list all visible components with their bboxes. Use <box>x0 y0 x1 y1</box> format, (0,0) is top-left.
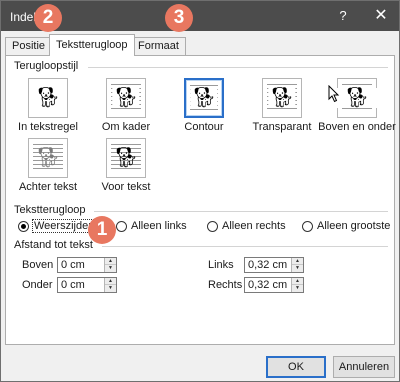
tab-tekstterugloop[interactable]: Tekstterugloop <box>49 34 135 56</box>
spin-down-button[interactable]: ▼ <box>105 285 116 292</box>
distance-bottom-input[interactable] <box>58 278 105 292</box>
spin-up-button[interactable]: ▲ <box>292 278 303 285</box>
radio-largest-only[interactable]: Alleen grootste <box>302 220 390 232</box>
spin-up-button[interactable]: ▲ <box>292 258 303 265</box>
radio-right-only[interactable]: Alleen rechts <box>207 220 286 232</box>
dog-icon: 🐕︎ <box>113 147 139 169</box>
wrap-option-in-line[interactable]: 🐕︎ In tekstregel <box>9 78 87 133</box>
square-wrap-icon: 🐕︎ <box>106 78 146 118</box>
through-wrap-icon: 🐕︎ <box>262 78 302 118</box>
radio-button[interactable] <box>207 220 218 232</box>
radio-both-sides[interactable]: Weerszijden <box>18 219 97 233</box>
distance-top-input[interactable] <box>58 258 105 272</box>
distance-heading: Afstand tot tekst <box>14 239 93 251</box>
section-divider <box>94 211 388 212</box>
wrap-text-heading: Tekstterugloop <box>14 204 86 216</box>
wrap-option-label: In tekstregel <box>18 121 78 133</box>
section-divider <box>88 67 388 68</box>
radio-button[interactable] <box>116 220 127 232</box>
spin-up-button[interactable]: ▲ <box>105 278 116 285</box>
wrap-option-tight[interactable]: 🐕︎ Contour <box>165 78 243 133</box>
distance-bottom-spinner[interactable]: ▲ ▼ <box>57 277 117 293</box>
wrap-option-label: Boven en onder <box>318 121 396 133</box>
callout-badge-2: 2 <box>34 4 62 32</box>
mouse-cursor-icon <box>328 85 340 103</box>
dog-icon: 🐕︎ <box>112 87 140 109</box>
radio-button[interactable] <box>18 220 29 232</box>
dog-icon: 🐕︎ <box>35 147 61 169</box>
spin-arrows-icon: ▲ ▼ <box>291 278 303 292</box>
distance-top-spinner[interactable]: ▲ ▼ <box>57 257 117 273</box>
distance-left-input[interactable] <box>245 258 292 272</box>
spin-down-button[interactable]: ▼ <box>105 265 116 272</box>
spin-up-button[interactable]: ▲ <box>105 258 116 265</box>
dog-icon: 🐕︎ <box>268 87 296 109</box>
wrap-option-label: Contour <box>184 121 224 133</box>
radio-label: Alleen rechts <box>222 220 286 232</box>
tab-bar: Positie Tekstterugloop Formaat <box>1 31 399 56</box>
wrap-option-behind[interactable]: 🐕︎ Achter tekst <box>9 138 87 193</box>
in-front-wrap-icon: 🐕︎ <box>106 138 146 178</box>
spin-arrows-icon: ▲ ▼ <box>104 258 116 272</box>
dog-icon: 🐕︎ <box>35 87 61 109</box>
in-line-wrap-icon: 🐕︎ <box>28 78 68 118</box>
wrap-option-through[interactable]: 🐕︎ Transparant <box>243 78 321 133</box>
distance-right-input[interactable] <box>245 278 292 292</box>
section-divider <box>102 246 388 247</box>
wrap-option-label: Voor tekst <box>101 181 151 193</box>
radio-label: Alleen links <box>131 220 187 232</box>
spin-down-button[interactable]: ▼ <box>292 285 303 292</box>
callout-badge-3: 3 <box>165 4 193 32</box>
radio-label: Alleen grootste <box>317 220 391 232</box>
help-button[interactable]: ? <box>333 4 353 28</box>
distance-bottom-label: Onder <box>22 279 53 291</box>
radio-button[interactable] <box>302 220 313 232</box>
tab-formaat[interactable]: Formaat <box>131 37 186 55</box>
wrap-option-label: Om kader <box>101 121 151 133</box>
wrapping-style-heading: Terugloopstijl <box>14 60 79 72</box>
distance-left-spinner[interactable]: ▲ ▼ <box>244 257 304 273</box>
distance-left-label: Links <box>208 259 234 271</box>
radio-left-only[interactable]: Alleen links <box>116 220 187 232</box>
wrap-option-square[interactable]: 🐕︎ Om kader <box>87 78 165 133</box>
layout-dialog: Indeling ? ✕ Positie Tekstterugloop Form… <box>0 0 400 382</box>
callout-badge-1: 1 <box>88 216 116 244</box>
distance-right-label: Rechts <box>208 279 243 291</box>
spin-down-button[interactable]: ▼ <box>292 265 303 272</box>
ok-button[interactable]: OK <box>266 356 326 378</box>
wrap-option-label: Achter tekst <box>18 181 78 193</box>
distance-top-label: Boven <box>22 259 54 271</box>
wrap-option-in-front[interactable]: 🐕︎ Voor tekst <box>87 138 165 193</box>
radio-label: Weerszijden <box>31 219 97 233</box>
cancel-button[interactable]: Annuleren <box>333 356 395 378</box>
close-button[interactable]: ✕ <box>367 4 395 28</box>
spin-arrows-icon: ▲ ▼ <box>104 278 116 292</box>
behind-text-wrap-icon: 🐕︎ <box>28 138 68 178</box>
dog-icon: 🐕︎ <box>190 87 218 109</box>
distance-right-spinner[interactable]: ▲ ▼ <box>244 277 304 293</box>
tab-positie[interactable]: Positie <box>5 37 53 55</box>
top-bottom-wrap-icon: 🐕︎ <box>330 78 384 118</box>
tight-wrap-icon: 🐕︎ <box>184 78 224 118</box>
wrap-option-label: Transparant <box>252 121 312 133</box>
spin-arrows-icon: ▲ ▼ <box>291 258 303 272</box>
